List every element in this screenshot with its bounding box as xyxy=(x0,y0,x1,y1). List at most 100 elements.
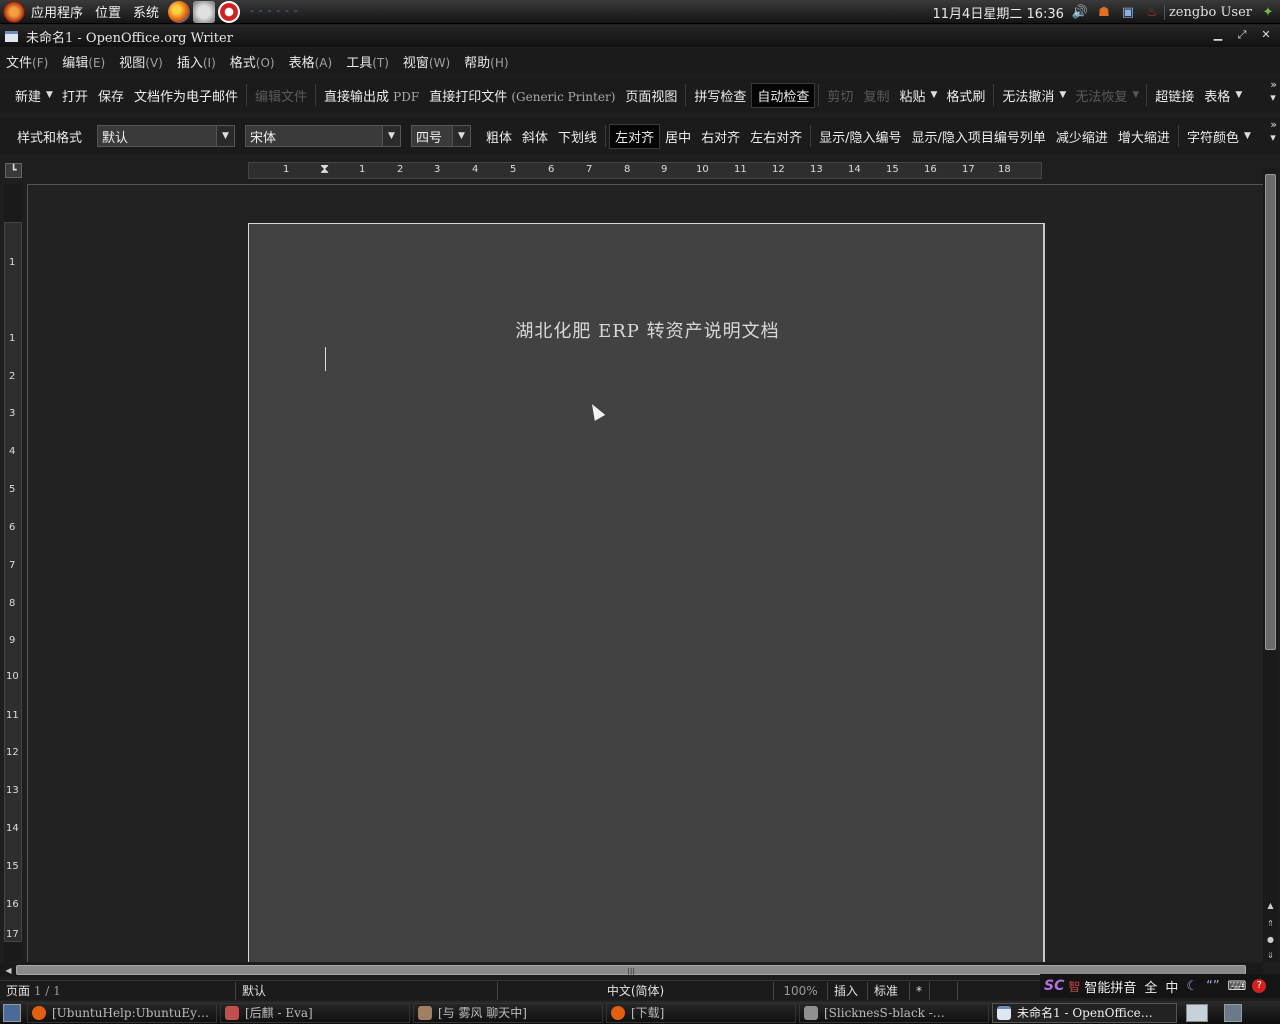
underline-button[interactable]: 下划线 xyxy=(553,125,602,148)
window-title-bar[interactable]: 未命名1 - OpenOffice.org Writer ▁ ⤢ ✕ xyxy=(0,25,1280,47)
username[interactable]: zengbo User xyxy=(1163,4,1256,20)
help-icon[interactable]: ? xyxy=(1252,979,1267,993)
new-dropdown-icon[interactable]: ▼ xyxy=(46,90,57,100)
bold-button[interactable]: 粗体 xyxy=(481,125,517,148)
paste-button[interactable]: 粘贴 xyxy=(894,84,930,107)
bullets-button[interactable]: 显示/隐入项目编号列单 xyxy=(907,125,1051,148)
menu-edit[interactable]: 编辑(E) xyxy=(56,52,113,71)
align-right-button[interactable]: 右对齐 xyxy=(696,125,745,148)
document-page[interactable]: 湖北化肥 ERP 转资产说明文档 xyxy=(248,223,1045,962)
taskbar-item[interactable]: [与 雾风 聊天中] xyxy=(413,1002,603,1023)
font-size-select[interactable]: 四号 ▼ xyxy=(411,125,472,147)
scroll-left-icon[interactable]: ◀ xyxy=(2,965,15,976)
quit-icon[interactable]: ✦ xyxy=(1259,3,1277,21)
paste-dropdown-icon[interactable]: ▼ xyxy=(930,90,941,100)
language-status[interactable]: 中文(简体) xyxy=(498,981,774,1000)
justify-button[interactable]: 左右对齐 xyxy=(745,125,807,148)
punctuation-icon[interactable]: “” xyxy=(1206,979,1219,994)
document-modified-status[interactable]: * xyxy=(910,981,930,1000)
menu-tools[interactable]: 工具(T) xyxy=(340,52,397,71)
copy-button[interactable]: 复制 xyxy=(858,84,894,107)
hyperlink-button[interactable]: 超链接 xyxy=(1150,84,1199,107)
paragraph-style-select[interactable]: 默认 ▼ xyxy=(97,125,236,147)
insert-mode-status[interactable]: 插入 xyxy=(828,981,868,1000)
ubuntu-logo-icon[interactable] xyxy=(3,0,25,23)
page-count-status[interactable]: 页面 1 / 1 xyxy=(0,981,236,1000)
firefox-launcher-icon[interactable] xyxy=(168,0,191,23)
font-name-select[interactable]: 宋体 ▼ xyxy=(245,125,402,147)
spellcheck-button[interactable]: 拼写检查 xyxy=(689,84,751,107)
page-style-status[interactable]: 默认 xyxy=(236,981,498,1000)
table-button[interactable]: 表格 xyxy=(1199,84,1235,107)
font-color-button[interactable]: 字符颜色 xyxy=(1182,125,1244,148)
email-button[interactable]: 文档作为电子邮件 xyxy=(129,84,243,107)
menu-window[interactable]: 视窗(W) xyxy=(397,52,458,71)
document-workspace[interactable]: 湖北化肥 ERP 转资产说明文档 xyxy=(27,184,1263,962)
panel-menu-system[interactable]: 系统 xyxy=(127,2,165,21)
minimize-icon[interactable]: ▁ xyxy=(1208,27,1228,43)
font-color-dropdown-icon[interactable]: ▼ xyxy=(1244,131,1255,141)
taskbar-item[interactable]: [后麒 - Eva] xyxy=(220,1002,410,1023)
fullwidth-toggle[interactable]: 全 xyxy=(1144,977,1157,996)
notification-icon[interactable]: ♨ xyxy=(1143,3,1161,21)
save-button[interactable]: 保存 xyxy=(93,84,129,107)
mail-launcher-icon[interactable] xyxy=(193,0,216,23)
vertical-ruler[interactable]: 1 1 2 3 4 5 6 7 8 9 10 11 12 13 14 15 16… xyxy=(4,222,22,942)
decrease-indent-button[interactable]: 减少缩进 xyxy=(1051,125,1113,148)
toolbar-overflow-icon[interactable]: » ▾ xyxy=(1270,118,1277,144)
maximize-icon[interactable]: ⤢ xyxy=(1232,27,1252,43)
moon-icon[interactable]: ☾ xyxy=(1186,979,1198,994)
open-button[interactable]: 打开 xyxy=(57,84,93,107)
edit-file-button[interactable]: 编辑文件 xyxy=(250,84,312,107)
menu-help[interactable]: 帮助(H) xyxy=(458,52,516,71)
align-left-button[interactable]: 左对齐 xyxy=(609,123,661,149)
network-icon[interactable]: ▣ xyxy=(1119,3,1137,21)
keyboard-icon[interactable]: ⌨ xyxy=(1228,979,1247,994)
selection-mode-status[interactable]: 标准 xyxy=(868,981,910,1000)
workspace-switcher-icon[interactable] xyxy=(1186,1003,1208,1022)
clock[interactable]: 11月4日星期二 16:36 xyxy=(929,3,1068,22)
print-button[interactable]: 直接打印文件 (Generic Printer) xyxy=(424,84,620,107)
chevron-down-icon[interactable]: ▼ xyxy=(452,126,471,146)
autocheck-button[interactable]: 自动检查 xyxy=(751,82,816,108)
format-paintbrush-button[interactable]: 格式刷 xyxy=(941,84,990,107)
left-indent-marker-icon[interactable]: ⧗ xyxy=(320,162,329,177)
cut-button[interactable]: 剪切 xyxy=(822,84,858,107)
italic-button[interactable]: 斜体 xyxy=(517,125,553,148)
align-center-button[interactable]: 居中 xyxy=(660,125,696,148)
numbering-button[interactable]: 显示/隐入编号 xyxy=(814,125,906,148)
styles-and-formatting-button[interactable]: 样式和格式 xyxy=(12,125,87,148)
taskbar-item-active[interactable]: 未命名1 - OpenOffice… xyxy=(992,1002,1177,1023)
undo-dropdown-icon[interactable]: ▼ xyxy=(1059,90,1070,100)
horizontal-ruler[interactable]: 1 ⧗ 1 2 3 4 5 6 7 8 9 10 11 12 13 14 15 … xyxy=(248,162,1042,179)
menu-table[interactable]: 表格(A) xyxy=(283,52,341,71)
export-pdf-button[interactable]: 直接输出成 PDF xyxy=(319,84,424,107)
table-dropdown-icon[interactable]: ▼ xyxy=(1235,90,1246,100)
menu-view[interactable]: 视图(V) xyxy=(113,52,171,71)
toolbar-overflow-icon[interactable]: » ▾ xyxy=(1270,78,1277,104)
volume-icon[interactable]: 🔊 xyxy=(1071,3,1089,21)
increase-indent-button[interactable]: 增大缩进 xyxy=(1113,125,1175,148)
page-view-button[interactable]: 页面视图 xyxy=(620,84,682,107)
chevron-down-icon[interactable]: ▼ xyxy=(216,126,235,146)
digital-signature-status[interactable] xyxy=(930,981,958,1000)
taskbar-item[interactable]: [SlicknesS-black -… xyxy=(799,1002,989,1023)
undo-button[interactable]: 无法撤消 xyxy=(997,84,1059,107)
next-page-icon[interactable]: ⇓ xyxy=(1264,950,1277,961)
scroll-up-icon[interactable]: ▲ xyxy=(1264,900,1277,911)
menu-format[interactable]: 格式(O) xyxy=(224,52,283,71)
panel-menu-places[interactable]: 位置 xyxy=(89,2,127,21)
previous-page-icon[interactable]: ⇑ xyxy=(1264,918,1277,929)
tab-stop-type-icon[interactable]: ┗ xyxy=(5,163,22,178)
input-method-name[interactable]: 智能拼音 xyxy=(1084,977,1136,996)
panel-menu-applications[interactable]: 应用程序 xyxy=(25,2,89,21)
taskbar-item[interactable]: [UbuntuHelp:UbuntuEy… xyxy=(27,1002,217,1023)
show-desktop-icon[interactable] xyxy=(3,1003,21,1022)
vertical-scrollbar[interactable]: ▲ ⇑ ● ⇓ xyxy=(1263,168,1278,962)
taskbar-item[interactable]: [下载] xyxy=(606,1002,796,1023)
vertical-scroll-thumb[interactable] xyxy=(1265,174,1276,650)
menu-file[interactable]: 文件(F) xyxy=(0,52,56,71)
user-switch-icon[interactable]: ☗ xyxy=(1095,3,1113,21)
chevron-down-icon[interactable]: ▼ xyxy=(382,126,401,146)
help-launcher-icon[interactable] xyxy=(218,0,241,23)
